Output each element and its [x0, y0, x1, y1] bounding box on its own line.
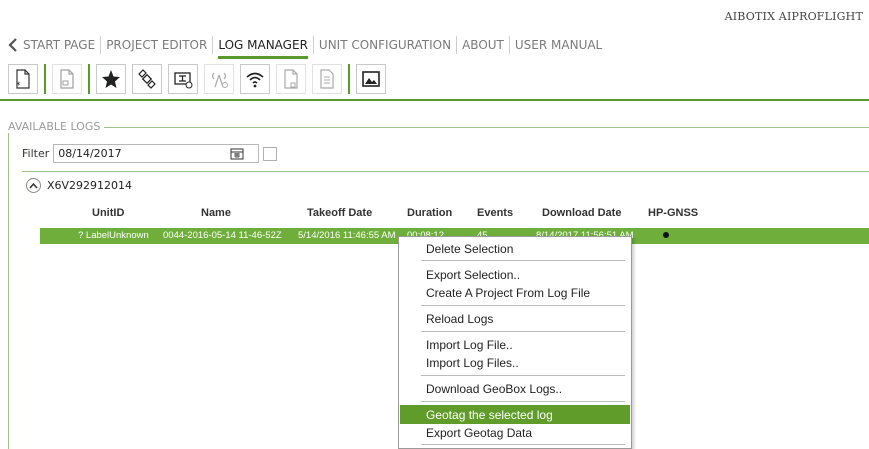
menu-delete-selection[interactable]: Delete Selection — [400, 239, 630, 258]
column-name[interactable]: Name — [201, 207, 231, 219]
wifi-icon[interactable] — [240, 64, 270, 94]
nav-log-manager[interactable]: LOG MANAGER — [213, 36, 314, 59]
antenna-signal-icon[interactable] — [204, 64, 234, 94]
device-id: X6V292912014 — [47, 179, 133, 192]
toolbar: * — [8, 62, 392, 96]
calendar-icon[interactable] — [230, 147, 244, 160]
nav-project-editor[interactable]: PROJECT EDITOR — [101, 36, 214, 54]
header-divider — [0, 99, 869, 101]
svg-text:*: * — [16, 81, 21, 90]
collapse-chevron-icon[interactable] — [26, 178, 41, 193]
column-download-date[interactable]: Download Date — [542, 207, 621, 219]
column-duration[interactable]: Duration — [407, 207, 452, 219]
drone-device-icon[interactable] — [168, 64, 198, 94]
nav-unit-configuration[interactable]: UNIT CONFIGURATION — [314, 36, 458, 54]
column-events[interactable]: Events — [477, 207, 513, 219]
hp-gnss-indicator — [663, 232, 669, 238]
star-icon[interactable] — [96, 64, 126, 94]
context-menu: Delete Selection Export Selection.. Crea… — [398, 236, 632, 449]
group-border-left — [8, 127, 9, 449]
nav-start-page[interactable]: START PAGE — [23, 36, 102, 54]
available-logs-label: AVAILABLE LOGS — [8, 120, 105, 133]
toolbar-separator — [88, 64, 90, 94]
toolbar-separator — [348, 64, 350, 94]
cell-name: 0044-2016-05-14 11-46-52Z — [163, 230, 282, 241]
toolbar-separator — [44, 64, 46, 94]
new-document-icon[interactable]: * — [8, 64, 38, 94]
menu-import-log-file[interactable]: Import Log File.. — [400, 335, 630, 354]
file-icon[interactable] — [276, 64, 306, 94]
menu-separator — [421, 375, 625, 376]
menu-create-project-from-log[interactable]: Create A Project From Log File — [400, 283, 630, 302]
satellite-icon[interactable] — [132, 64, 162, 94]
menu-export-geotag-data[interactable]: Export Geotag Data — [400, 423, 630, 442]
filter-divider — [22, 171, 869, 172]
menu-export-selection[interactable]: Export Selection.. — [400, 265, 630, 284]
column-takeoff-date[interactable]: Takeoff Date — [307, 207, 372, 219]
menu-import-log-files[interactable]: Import Log Files.. — [400, 353, 630, 372]
main-navigation: START PAGE PROJECT EDITOR LOG MANAGER UN… — [8, 34, 607, 59]
filter-label: Filter — [22, 147, 50, 160]
group-border-top — [8, 127, 869, 128]
filter-date-value: 08/14/2017 — [58, 147, 122, 160]
filter-date-input[interactable]: 08/14/2017 — [53, 144, 260, 163]
app-title: AIBOTIX AIPROFLIGHT — [724, 10, 863, 23]
menu-reload-logs[interactable]: Reload Logs — [400, 309, 630, 328]
menu-separator — [421, 444, 625, 445]
column-hp-gnss[interactable]: HP-GNSS — [648, 207, 698, 219]
menu-separator — [421, 260, 625, 261]
menu-download-geobox-logs[interactable]: Download GeoBox Logs.. — [400, 379, 630, 398]
column-unitid[interactable]: UnitID — [92, 207, 124, 219]
cell-unitid: ? LabelUnknown — [78, 230, 149, 241]
filter-row: Filter 08/14/2017 — [22, 144, 278, 163]
back-chevron-icon[interactable] — [8, 37, 20, 53]
menu-separator — [421, 401, 625, 402]
document-icon[interactable] — [52, 64, 82, 94]
nav-user-manual[interactable]: USER MANUAL — [510, 36, 607, 54]
device-group-header[interactable]: X6V292912014 — [26, 178, 132, 193]
filter-checkbox[interactable] — [263, 146, 278, 161]
nav-about[interactable]: ABOUT — [457, 36, 510, 54]
menu-separator — [421, 331, 625, 332]
menu-separator — [421, 305, 625, 306]
menu-geotag-selected-log[interactable]: Geotag the selected log — [400, 405, 630, 424]
cell-takeoff-date: 5/14/2016 11:46:55 AM — [298, 230, 396, 241]
image-icon[interactable] — [356, 64, 386, 94]
text-file-icon[interactable] — [312, 64, 342, 94]
